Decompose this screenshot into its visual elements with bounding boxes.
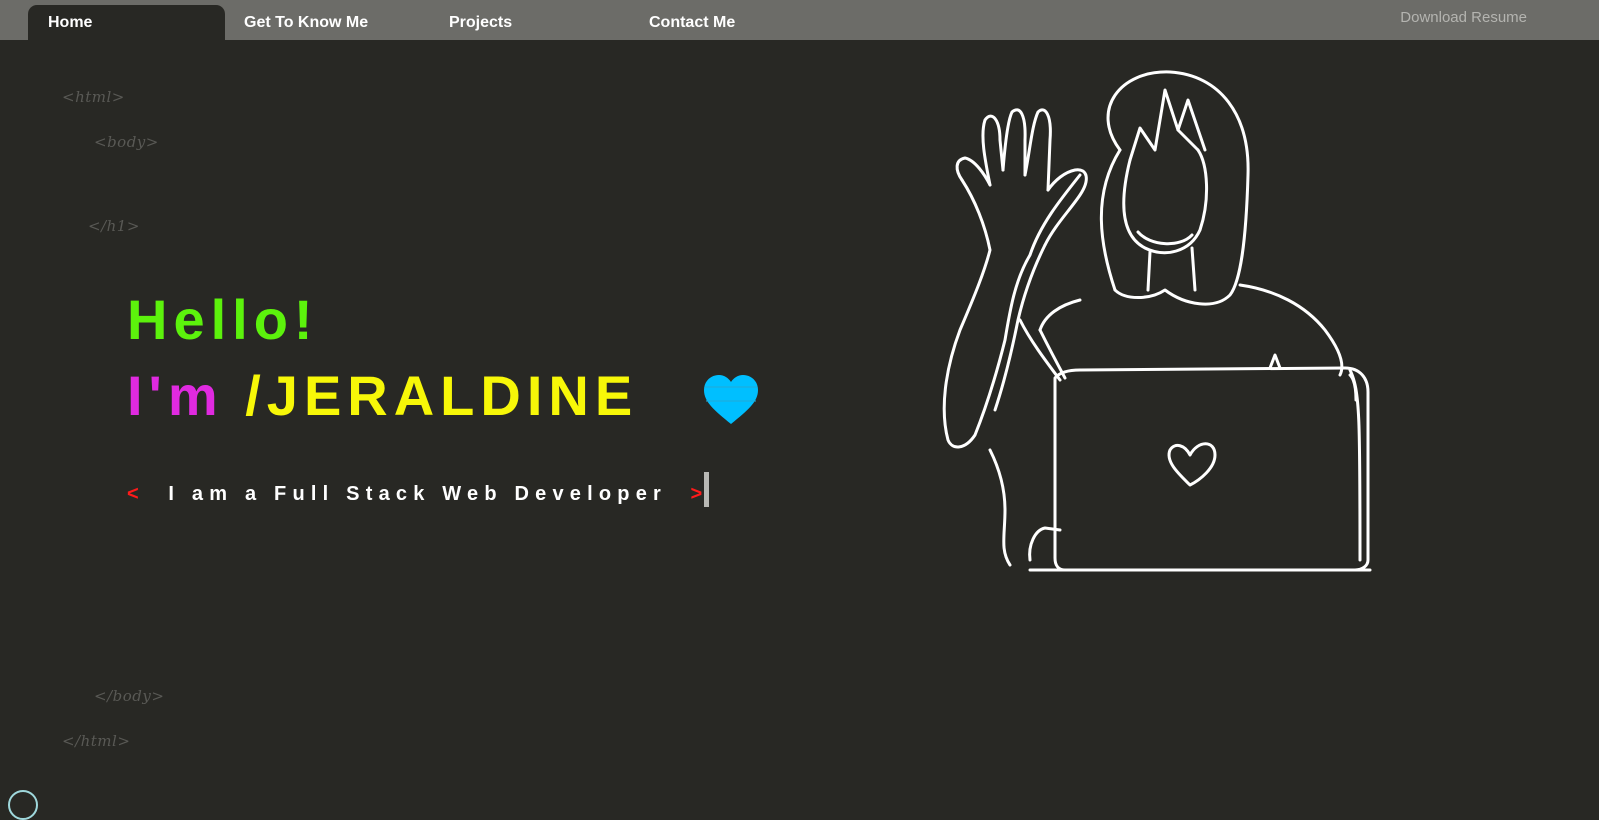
tagline-text: I am a Full Stack Web Developer [168,483,668,505]
tab-get-to-know-me[interactable]: Get To Know Me [244,5,404,40]
tab-contact-me[interactable]: Contact Me [649,5,789,40]
waving-person-with-laptop-illustration [942,70,1372,572]
tagline-bracket-open: < [127,483,145,505]
greeting-heading: Hello! [127,288,319,351]
tab-home-label: Home [48,14,93,31]
intro-text: I'm [127,364,224,427]
tab-projects-label: Projects [449,14,513,31]
code-decor-body-open: <body> [94,133,159,151]
code-decor-html-open: <html> [62,88,125,106]
scroll-to-top-button[interactable] [8,790,38,820]
typing-cursor [704,472,709,507]
code-decor-html-close: </html> [62,732,131,750]
intro-heading: I'm /JERALDINE [127,364,638,428]
tab-home[interactable]: Home [28,5,225,40]
download-resume-link[interactable]: Download Resume [1400,8,1527,28]
tagline: < I am a Full Stack Web Developer > [127,480,708,508]
code-decor-body-close: </body> [94,687,165,705]
tab-contact-me-label: Contact Me [649,14,736,31]
heart-icon [704,375,758,424]
tab-projects[interactable]: Projects [449,5,569,40]
code-decor-h1-close: </h1> [88,217,140,235]
name-text: /JERALDINE [245,364,639,427]
tab-get-to-know-me-label: Get To Know Me [244,14,369,31]
top-navbar: Home Get To Know Me Projects Contact Me … [0,0,1599,40]
